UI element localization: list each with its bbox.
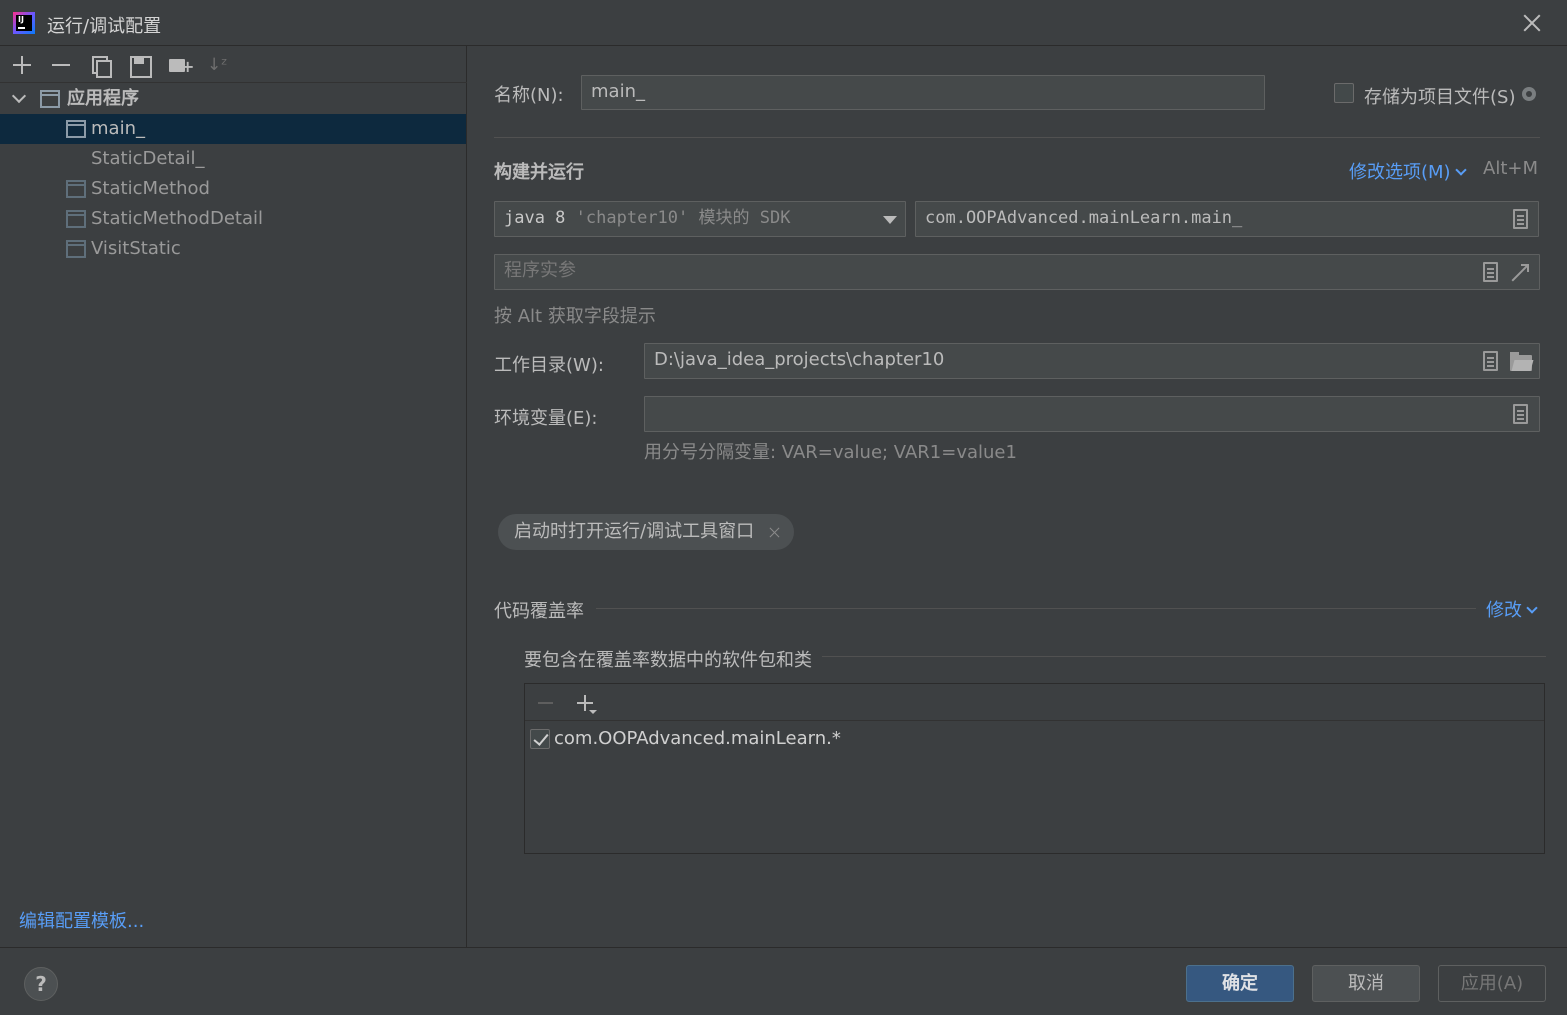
application-icon [66, 120, 86, 138]
workdir-input[interactable]: D:\java_idea_projects\chapter10 [644, 343, 1540, 379]
folder-icon[interactable] [1510, 352, 1532, 371]
expand-icon[interactable] [1511, 263, 1529, 281]
divider [822, 656, 1546, 657]
coverage-toolbar [525, 684, 1544, 721]
tree-item-main[interactable]: main_ [0, 114, 466, 144]
coverage-modify-label: 修改 [1486, 600, 1522, 621]
tree-item-staticdetail[interactable]: StaticDetail_ [0, 144, 466, 174]
chevron-down-icon [1526, 602, 1538, 614]
application-icon [66, 210, 86, 228]
title-bar: IJ 运行/调试配置 [0, 0, 1567, 46]
cancel-button[interactable]: 取消 [1312, 965, 1420, 1002]
env-label: 环境变量(E): [494, 408, 598, 429]
main-class-input[interactable]: com.OOPAdvanced.mainLearn.main_ [915, 201, 1539, 237]
window-title: 运行/调试配置 [47, 16, 162, 37]
program-args-input[interactable]: 程序实参 [494, 254, 1540, 290]
tree-item-visitstatic[interactable]: VisitStatic [0, 234, 466, 264]
new-folder-icon[interactable] [168, 54, 194, 76]
remove-icon[interactable] [538, 702, 553, 704]
coverage-entry-pattern[interactable]: com.OOPAdvanced.mainLearn.* [554, 728, 841, 749]
sdk-suffix: 模块的 SDK [698, 208, 791, 228]
modify-options-link[interactable]: 修改选项(M) [1349, 158, 1467, 184]
tree-item-staticmethoddetail[interactable]: StaticMethodDetail [0, 204, 466, 234]
application-icon [66, 240, 86, 258]
workdir-label: 工作目录(W): [494, 355, 604, 376]
browse-icon[interactable] [1513, 209, 1528, 229]
add-icon[interactable] [11, 54, 33, 76]
edit-templates-link[interactable]: 编辑配置模板... [19, 907, 144, 933]
add-icon[interactable] [576, 694, 597, 714]
remove-icon[interactable] [50, 54, 72, 76]
tree-item-staticmethod[interactable]: StaticMethod [0, 174, 466, 204]
sdk-select[interactable]: java 8 'chapter10' 模块的 SDK [494, 201, 906, 237]
sort-icon[interactable]: ↓ᶻ [207, 54, 229, 76]
env-hint-text: 用分号分隔变量: VAR=value; VAR1=value1 [644, 442, 1017, 463]
intellij-logo-icon: IJ [13, 12, 35, 34]
dropdown-arrow-icon [883, 216, 897, 224]
modify-options-shortcut: Alt+M [1483, 158, 1538, 179]
coverage-modify-link[interactable]: 修改 [1486, 596, 1538, 622]
sdk-java: java 8 [504, 208, 566, 228]
main-class-value: com.OOPAdvanced.mainLearn.main_ [925, 208, 1243, 228]
application-icon [66, 180, 86, 198]
chip-label: 启动时打开运行/调试工具窗口 [514, 521, 755, 542]
apply-button[interactable]: 应用(A) [1438, 965, 1546, 1002]
coverage-include-label: 要包含在覆盖率数据中的软件包和类 [524, 650, 812, 671]
edit-env-icon[interactable] [1513, 404, 1528, 424]
copy-icon[interactable] [89, 54, 112, 78]
help-button[interactable]: ? [24, 967, 58, 1001]
close-icon[interactable] [770, 527, 780, 537]
name-input-value: main_ [591, 81, 645, 102]
modify-options-label: 修改选项(M) [1349, 162, 1451, 183]
alt-hint-text: 按 Alt 获取字段提示 [494, 306, 656, 327]
config-tree-panel: ↓ᶻ 应用程序 main_ StaticDetail_ StaticMethod… [0, 46, 467, 947]
application-icon [40, 90, 60, 108]
sdk-module: 'chapter10' [575, 208, 689, 228]
workdir-value: D:\java_idea_projects\chapter10 [654, 349, 945, 370]
divider [596, 608, 1476, 609]
coverage-patterns-table: com.OOPAdvanced.mainLearn.* [524, 683, 1545, 854]
save-icon[interactable] [128, 54, 152, 78]
macro-icon[interactable] [1483, 262, 1498, 282]
store-as-project-label: 存储为项目文件(S) [1364, 87, 1516, 108]
dialog-footer: ? 确定 取消 应用(A) [0, 947, 1567, 1015]
name-label: 名称(N): [494, 85, 564, 106]
coverage-section-title: 代码覆盖率 [494, 601, 584, 622]
build-run-section-title: 构建并运行 [494, 162, 584, 183]
store-as-project-checkbox[interactable] [1334, 83, 1354, 103]
divider [494, 137, 1540, 138]
chevron-down-icon [1454, 164, 1467, 176]
tree-toolbar: ↓ᶻ [0, 46, 467, 83]
tree-item-label: StaticDetail_ [91, 148, 205, 169]
macro-icon[interactable] [1483, 351, 1498, 371]
chevron-down-icon[interactable] [12, 90, 26, 104]
tree-group-application[interactable]: 应用程序 [0, 84, 466, 114]
ok-button[interactable]: 确定 [1186, 965, 1294, 1002]
coverage-entry-checkbox[interactable] [530, 729, 550, 749]
config-form-panel: 名称(N): main_ 存储为项目文件(S) 构建并运行 修改选项(M) Al… [468, 46, 1567, 947]
env-input[interactable] [644, 396, 1540, 432]
close-icon[interactable] [1519, 10, 1545, 36]
tree-group-label: 应用程序 [67, 88, 139, 109]
name-input[interactable]: main_ [581, 75, 1265, 110]
program-args-placeholder: 程序实参 [504, 260, 576, 281]
gear-icon[interactable] [1519, 84, 1539, 104]
tree-item-label: StaticMethodDetail [91, 208, 264, 229]
tree-item-label: VisitStatic [91, 238, 181, 259]
tree-item-label: main_ [91, 118, 145, 139]
tree-item-label: StaticMethod [91, 178, 210, 199]
open-tool-window-chip[interactable]: 启动时打开运行/调试工具窗口 [498, 514, 795, 550]
